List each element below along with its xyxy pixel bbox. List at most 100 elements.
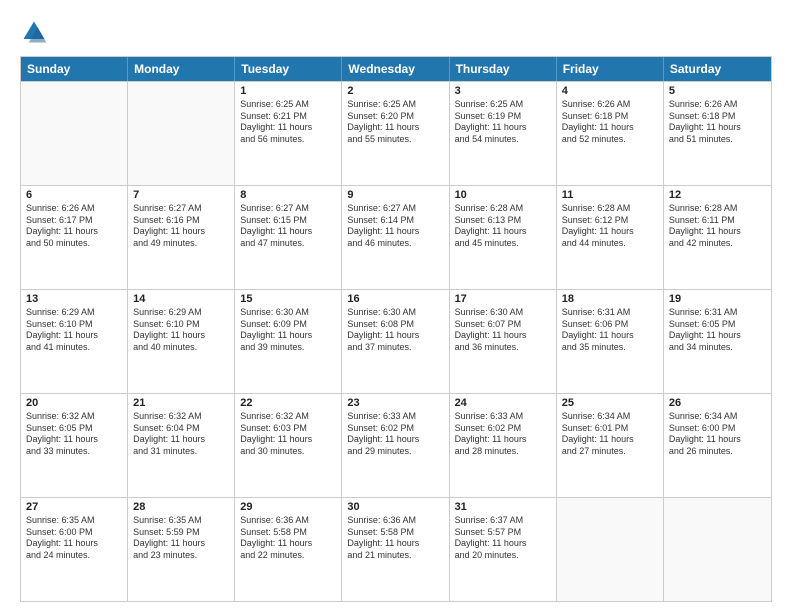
cell-info-line: Sunrise: 6:28 AM bbox=[455, 203, 551, 215]
cell-info-line: and 27 minutes. bbox=[562, 446, 658, 458]
cell-info-line: and 20 minutes. bbox=[455, 550, 551, 562]
cell-info-line: Sunset: 6:16 PM bbox=[133, 215, 229, 227]
day-number: 1 bbox=[240, 85, 336, 97]
cal-cell: 11Sunrise: 6:28 AMSunset: 6:12 PMDayligh… bbox=[557, 186, 664, 289]
header bbox=[20, 18, 772, 46]
cal-cell: 23Sunrise: 6:33 AMSunset: 6:02 PMDayligh… bbox=[342, 394, 449, 497]
cell-info-line: Sunrise: 6:27 AM bbox=[133, 203, 229, 215]
cell-info-line: Sunrise: 6:26 AM bbox=[669, 99, 766, 111]
cal-cell: 22Sunrise: 6:32 AMSunset: 6:03 PMDayligh… bbox=[235, 394, 342, 497]
day-number: 23 bbox=[347, 397, 443, 409]
cell-info-line: Sunrise: 6:25 AM bbox=[455, 99, 551, 111]
logo-icon bbox=[20, 18, 48, 46]
cell-info-line: and 34 minutes. bbox=[669, 342, 766, 354]
cell-info-line: and 28 minutes. bbox=[455, 446, 551, 458]
cell-info-line: Daylight: 11 hours bbox=[455, 330, 551, 342]
cell-info-line: and 47 minutes. bbox=[240, 238, 336, 250]
cal-cell: 29Sunrise: 6:36 AMSunset: 5:58 PMDayligh… bbox=[235, 498, 342, 601]
day-number: 19 bbox=[669, 293, 766, 305]
cell-info-line: Sunset: 6:15 PM bbox=[240, 215, 336, 227]
cell-info-line: Sunrise: 6:29 AM bbox=[26, 307, 122, 319]
cell-info-line: Daylight: 11 hours bbox=[133, 434, 229, 446]
week-row-5: 27Sunrise: 6:35 AMSunset: 6:00 PMDayligh… bbox=[21, 497, 771, 601]
cell-info-line: Sunset: 6:11 PM bbox=[669, 215, 766, 227]
logo bbox=[20, 18, 52, 46]
cell-info-line: Sunset: 6:18 PM bbox=[669, 111, 766, 123]
day-number: 12 bbox=[669, 189, 766, 201]
cell-info-line: Sunrise: 6:30 AM bbox=[347, 307, 443, 319]
cal-cell: 14Sunrise: 6:29 AMSunset: 6:10 PMDayligh… bbox=[128, 290, 235, 393]
cell-info-line: and 31 minutes. bbox=[133, 446, 229, 458]
cell-info-line: and 50 minutes. bbox=[26, 238, 122, 250]
cell-info-line: Sunset: 6:12 PM bbox=[562, 215, 658, 227]
cell-info-line: Daylight: 11 hours bbox=[240, 330, 336, 342]
cell-info-line: Daylight: 11 hours bbox=[455, 538, 551, 550]
cell-info-line: Sunset: 6:07 PM bbox=[455, 319, 551, 331]
cell-info-line: Daylight: 11 hours bbox=[347, 226, 443, 238]
cell-info-line: Sunrise: 6:25 AM bbox=[240, 99, 336, 111]
cell-info-line: and 22 minutes. bbox=[240, 550, 336, 562]
cell-info-line: and 35 minutes. bbox=[562, 342, 658, 354]
cell-info-line: Daylight: 11 hours bbox=[133, 538, 229, 550]
cell-info-line: Sunrise: 6:28 AM bbox=[669, 203, 766, 215]
cell-info-line: Sunrise: 6:25 AM bbox=[347, 99, 443, 111]
cell-info-line: and 29 minutes. bbox=[347, 446, 443, 458]
cell-info-line: and 39 minutes. bbox=[240, 342, 336, 354]
cell-info-line: Sunset: 6:02 PM bbox=[455, 423, 551, 435]
cell-info-line: Daylight: 11 hours bbox=[26, 330, 122, 342]
cell-info-line: Sunset: 6:09 PM bbox=[240, 319, 336, 331]
cell-info-line: Sunset: 5:58 PM bbox=[347, 527, 443, 539]
cell-info-line: Sunrise: 6:35 AM bbox=[133, 515, 229, 527]
cell-info-line: Sunset: 6:10 PM bbox=[133, 319, 229, 331]
day-number: 30 bbox=[347, 501, 443, 513]
cell-info-line: Sunrise: 6:37 AM bbox=[455, 515, 551, 527]
cell-info-line: Sunrise: 6:30 AM bbox=[240, 307, 336, 319]
cell-info-line: Sunset: 5:57 PM bbox=[455, 527, 551, 539]
cell-info-line: Daylight: 11 hours bbox=[26, 434, 122, 446]
cell-info-line: Daylight: 11 hours bbox=[669, 122, 766, 134]
cell-info-line: Sunrise: 6:26 AM bbox=[562, 99, 658, 111]
day-number: 13 bbox=[26, 293, 122, 305]
header-cell-tuesday: Tuesday bbox=[235, 57, 342, 81]
cell-info-line: Sunset: 6:08 PM bbox=[347, 319, 443, 331]
cell-info-line: and 40 minutes. bbox=[133, 342, 229, 354]
cell-info-line: Sunset: 6:03 PM bbox=[240, 423, 336, 435]
cal-cell: 30Sunrise: 6:36 AMSunset: 5:58 PMDayligh… bbox=[342, 498, 449, 601]
cell-info-line: Sunset: 6:14 PM bbox=[347, 215, 443, 227]
header-cell-sunday: Sunday bbox=[21, 57, 128, 81]
day-number: 4 bbox=[562, 85, 658, 97]
cal-cell: 24Sunrise: 6:33 AMSunset: 6:02 PMDayligh… bbox=[450, 394, 557, 497]
cell-info-line: and 46 minutes. bbox=[347, 238, 443, 250]
cell-info-line: Daylight: 11 hours bbox=[133, 226, 229, 238]
cal-cell bbox=[21, 82, 128, 185]
cell-info-line: and 24 minutes. bbox=[26, 550, 122, 562]
cell-info-line: Daylight: 11 hours bbox=[455, 434, 551, 446]
cal-cell: 5Sunrise: 6:26 AMSunset: 6:18 PMDaylight… bbox=[664, 82, 771, 185]
day-number: 15 bbox=[240, 293, 336, 305]
cell-info-line: and 49 minutes. bbox=[133, 238, 229, 250]
cal-cell: 27Sunrise: 6:35 AMSunset: 6:00 PMDayligh… bbox=[21, 498, 128, 601]
cell-info-line: Sunrise: 6:33 AM bbox=[347, 411, 443, 423]
day-number: 17 bbox=[455, 293, 551, 305]
cal-cell bbox=[557, 498, 664, 601]
cal-cell: 7Sunrise: 6:27 AMSunset: 6:16 PMDaylight… bbox=[128, 186, 235, 289]
week-row-4: 20Sunrise: 6:32 AMSunset: 6:05 PMDayligh… bbox=[21, 393, 771, 497]
cell-info-line: Sunset: 6:19 PM bbox=[455, 111, 551, 123]
cell-info-line: Sunset: 6:21 PM bbox=[240, 111, 336, 123]
cell-info-line: and 41 minutes. bbox=[26, 342, 122, 354]
cell-info-line: Daylight: 11 hours bbox=[562, 226, 658, 238]
cell-info-line: Sunrise: 6:34 AM bbox=[562, 411, 658, 423]
page: SundayMondayTuesdayWednesdayThursdayFrid… bbox=[0, 0, 792, 612]
cell-info-line: Daylight: 11 hours bbox=[562, 330, 658, 342]
cell-info-line: Daylight: 11 hours bbox=[562, 434, 658, 446]
header-cell-thursday: Thursday bbox=[450, 57, 557, 81]
cell-info-line: and 26 minutes. bbox=[669, 446, 766, 458]
day-number: 18 bbox=[562, 293, 658, 305]
day-number: 16 bbox=[347, 293, 443, 305]
cell-info-line: and 23 minutes. bbox=[133, 550, 229, 562]
cell-info-line: and 51 minutes. bbox=[669, 134, 766, 146]
day-number: 14 bbox=[133, 293, 229, 305]
cell-info-line: Daylight: 11 hours bbox=[240, 434, 336, 446]
cal-cell: 9Sunrise: 6:27 AMSunset: 6:14 PMDaylight… bbox=[342, 186, 449, 289]
cell-info-line: Daylight: 11 hours bbox=[240, 122, 336, 134]
